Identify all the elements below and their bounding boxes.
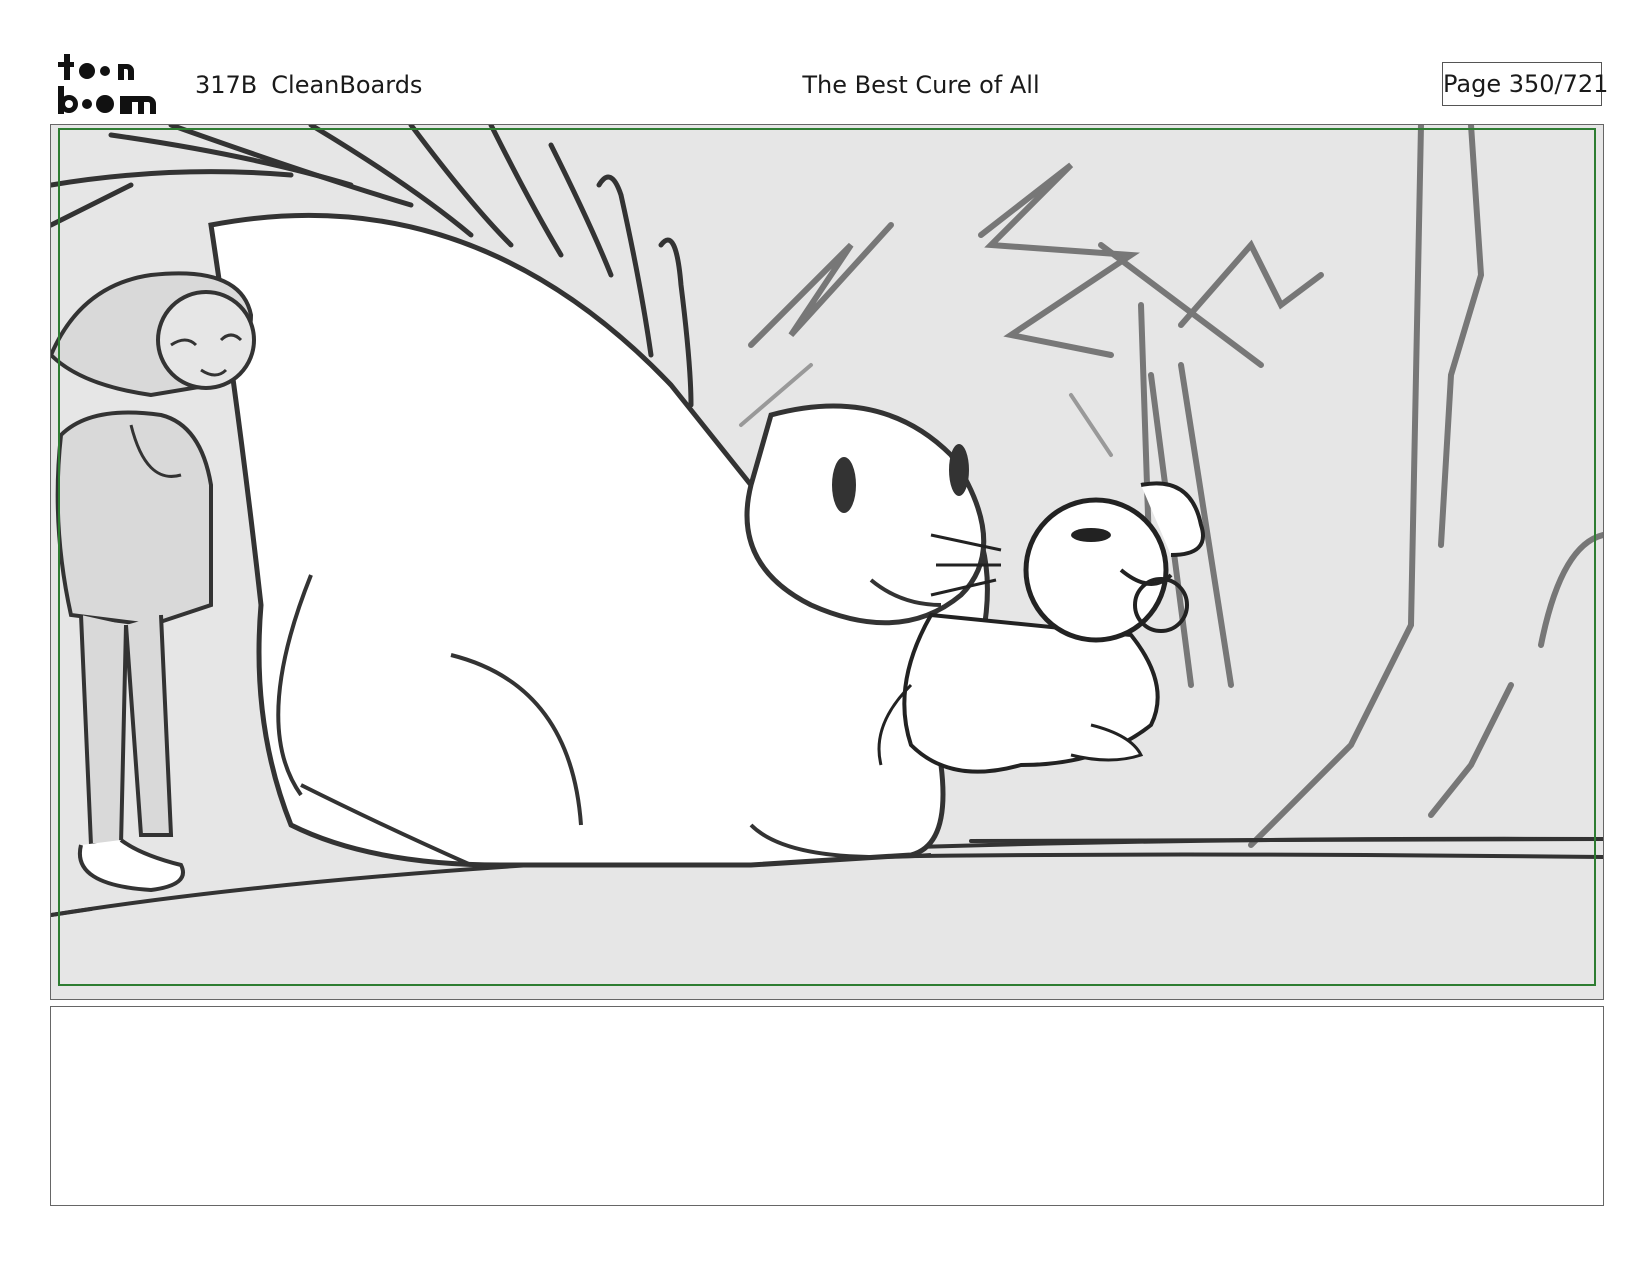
- storyboard-panel: [50, 124, 1604, 1000]
- page-title: The Best Cure of All: [802, 71, 1040, 99]
- dialogue-notes-box: [50, 1006, 1604, 1206]
- page-number-box: Page 350/721: [1442, 62, 1608, 106]
- panel-sketch: [51, 125, 1603, 999]
